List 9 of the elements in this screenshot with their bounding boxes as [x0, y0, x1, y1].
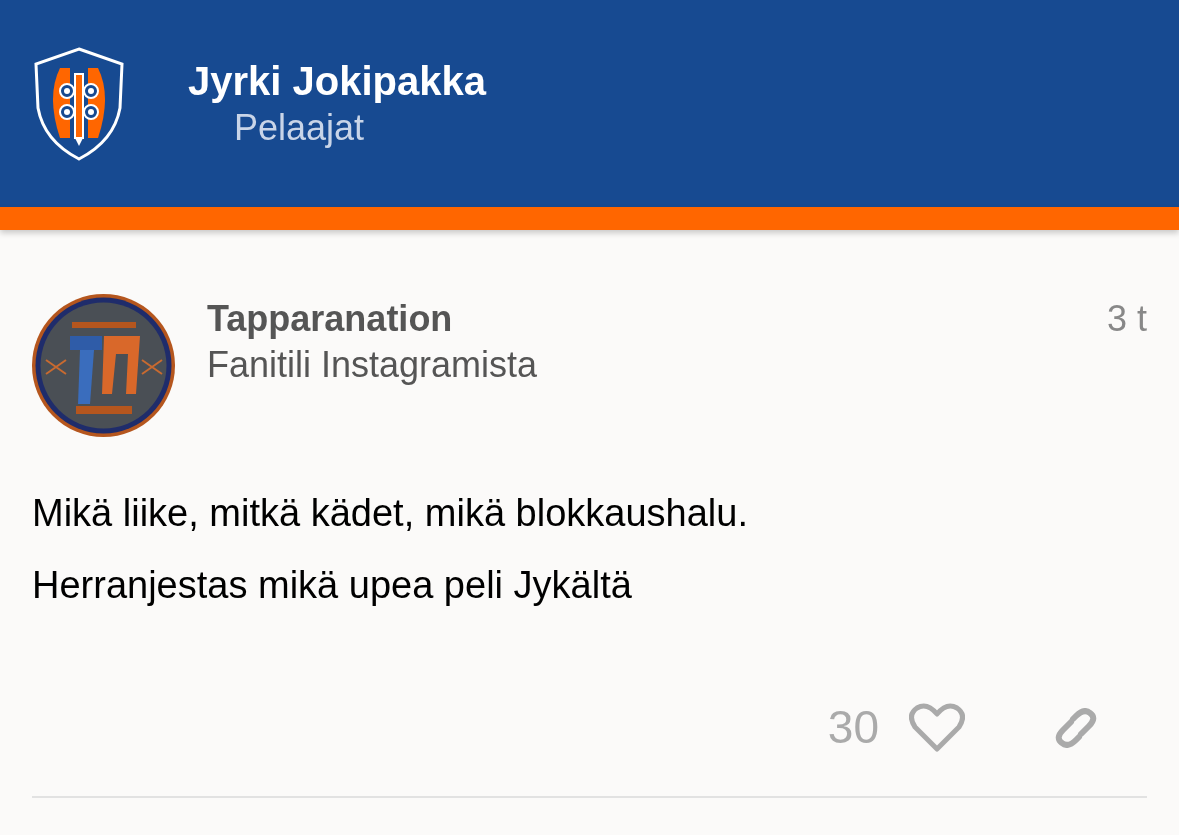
- post-text: Mikä liike, mitkä kädet, mikä blokkaushalu. Herranjestas mikä upea peli Jykältä: [32, 491, 749, 608]
- shield-logo-icon: [32, 45, 126, 162]
- heart-icon[interactable]: [909, 702, 965, 753]
- author-source: Fanitili Instagramista: [207, 343, 539, 387]
- page-subtitle: Pelaajat: [234, 105, 366, 150]
- page-title: Jyrki Jokipakka: [188, 57, 486, 105]
- post-time: 3 t: [1106, 297, 1147, 341]
- author-name: Tapparanation: [207, 297, 454, 341]
- like-count: 30: [827, 700, 879, 755]
